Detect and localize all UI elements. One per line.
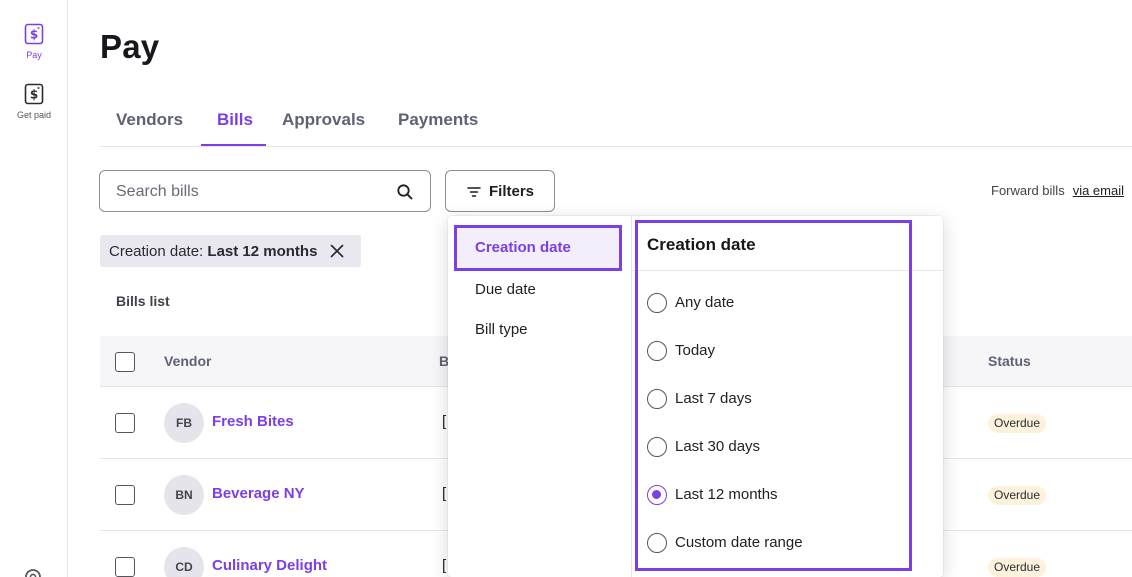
filters-dropdown: Creation date Due date Bill type Creatio… xyxy=(448,216,943,577)
tab-vendors[interactable]: Vendors xyxy=(116,110,183,130)
via-email-link[interactable]: via email xyxy=(1073,183,1124,198)
active-filter-chip: Creation date: Last 12 months xyxy=(100,235,361,267)
option-label: Today xyxy=(675,342,716,359)
status-badge: Overdue xyxy=(988,558,1047,577)
row-checkbox[interactable] xyxy=(115,413,135,433)
filter-category-creation-date[interactable]: Creation date xyxy=(454,225,622,271)
tab-bar: Vendors Bills Approvals Payments xyxy=(100,98,1132,147)
nav-item-get-paid[interactable]: $ Get paid xyxy=(0,82,68,120)
select-all-checkbox[interactable] xyxy=(115,352,135,372)
close-icon[interactable] xyxy=(329,243,345,259)
page-title: Pay xyxy=(100,28,160,65)
search-input[interactable] xyxy=(116,181,386,203)
radio-button[interactable] xyxy=(647,389,667,409)
row-checkbox[interactable] xyxy=(115,557,135,577)
option-label: Last 30 days xyxy=(675,438,761,455)
bills-list-label: Bills list xyxy=(116,293,170,309)
nav-item-label: Pay xyxy=(26,50,42,60)
tab-approvals[interactable]: Approvals xyxy=(282,110,365,130)
filter-category-bill-type[interactable]: Bill type xyxy=(475,321,528,338)
status-badge: Overdue xyxy=(988,414,1047,433)
chip-key: Creation date: xyxy=(109,243,204,260)
row-cell-partial: [ xyxy=(442,557,447,574)
gear-icon[interactable] xyxy=(22,566,44,577)
row-cell-partial: [ xyxy=(442,413,447,430)
option-label: Custom date range xyxy=(675,534,803,551)
radio-button[interactable] xyxy=(647,437,667,457)
avatar: CD xyxy=(164,547,204,577)
svg-text:$: $ xyxy=(30,28,38,42)
option-label: Last 7 days xyxy=(675,390,752,407)
svg-text:$: $ xyxy=(30,88,38,102)
radio-button[interactable] xyxy=(647,533,667,553)
column-header-vendor[interactable]: Vendor xyxy=(164,353,211,369)
avatar: FB xyxy=(164,403,204,443)
forward-bills: Forward bills via email xyxy=(991,183,1124,198)
option-label: Last 12 months xyxy=(675,486,778,503)
divider xyxy=(632,270,943,271)
nav-item-label: Get paid xyxy=(16,110,52,120)
dollar-document-icon: $ xyxy=(24,83,44,105)
dollar-document-icon: $ xyxy=(24,23,44,45)
chip-text: Creation date: Last 12 months xyxy=(109,243,317,260)
tab-bills[interactable]: Bills xyxy=(217,110,253,130)
option-label: Any date xyxy=(675,294,735,311)
vendor-name-link[interactable]: Fresh Bites xyxy=(212,413,294,430)
filter-category-label: Creation date xyxy=(475,239,571,256)
filter-options-panel: Creation date Any date Today Last 7 days… xyxy=(632,216,943,577)
radio-button[interactable] xyxy=(647,293,667,313)
filter-category-due-date[interactable]: Due date xyxy=(475,281,536,298)
vendor-name-link[interactable]: Beverage NY xyxy=(212,485,305,502)
row-checkbox[interactable] xyxy=(115,485,135,505)
forward-bills-text: Forward bills xyxy=(991,183,1065,198)
filter-category-list: Creation date Due date Bill type xyxy=(448,216,632,577)
search-box xyxy=(99,170,431,212)
vendor-name-link[interactable]: Culinary Delight xyxy=(212,557,327,574)
side-nav: $ Pay $ Get paid xyxy=(0,0,68,577)
nav-item-pay[interactable]: $ Pay xyxy=(0,22,68,60)
radio-button-selected[interactable] xyxy=(647,485,667,505)
filter-icon xyxy=(467,187,481,197)
row-cell-partial: [ xyxy=(442,485,447,502)
column-header-status[interactable]: Status xyxy=(988,353,1031,369)
status-badge: Overdue xyxy=(988,486,1047,505)
tab-payments[interactable]: Payments xyxy=(398,110,478,130)
chip-value: Last 12 months xyxy=(207,243,318,260)
filters-button[interactable]: Filters xyxy=(445,170,555,212)
radio-button[interactable] xyxy=(647,341,667,361)
filter-panel-title: Creation date xyxy=(647,235,756,254)
active-tab-indicator xyxy=(201,144,266,146)
avatar: BN xyxy=(164,475,204,515)
search-icon[interactable] xyxy=(396,183,414,201)
filters-button-label: Filters xyxy=(489,183,535,200)
